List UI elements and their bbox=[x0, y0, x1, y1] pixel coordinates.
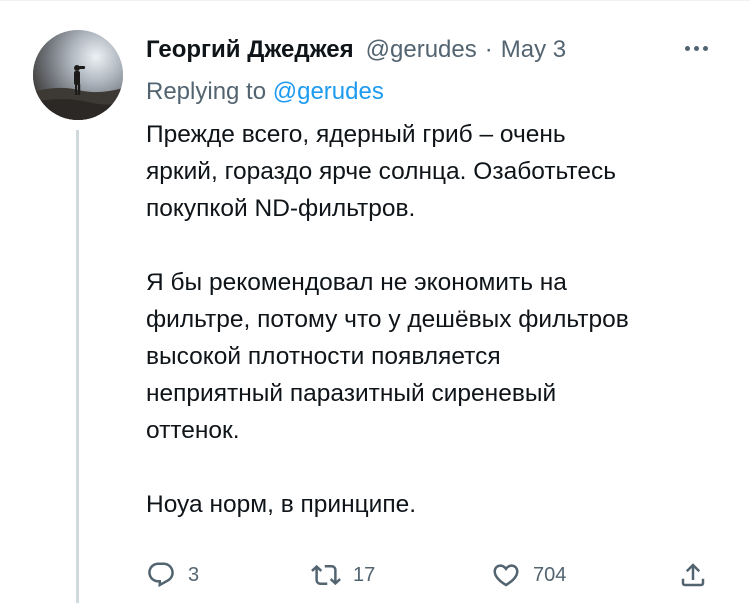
text-line: Ноуа норм, в принципе. bbox=[146, 491, 417, 518]
separator-dot: · bbox=[484, 36, 493, 63]
reply-count: 3 bbox=[188, 563, 200, 586]
like-count: 704 bbox=[533, 563, 567, 586]
thread-line bbox=[76, 130, 79, 603]
avatar[interactable] bbox=[33, 30, 123, 120]
text-line: Я бы рекомендовал не экономить на bbox=[146, 269, 567, 296]
tweet-text: Прежде всего, ядерный гриб – очень яркий… bbox=[146, 116, 736, 523]
author-handle[interactable]: @gerudes bbox=[366, 36, 477, 64]
share-icon bbox=[681, 563, 705, 587]
reply-button[interactable]: 3 bbox=[146, 557, 199, 593]
more-horizontal-icon[interactable] bbox=[676, 38, 716, 58]
reply-icon bbox=[148, 562, 174, 588]
replying-label: Replying to bbox=[146, 78, 267, 105]
share-button[interactable] bbox=[678, 557, 708, 593]
text-line: оттенок. bbox=[146, 417, 240, 444]
text-line: неприятный паразитный сиреневый bbox=[146, 380, 557, 407]
heart-icon bbox=[493, 564, 519, 587]
top-divider bbox=[0, 0, 750, 1]
text-line: фильтре, потому что у дешёвых фильтров bbox=[146, 306, 629, 333]
retweet-count: 17 bbox=[353, 563, 376, 586]
text-line: высокой плотности появляется bbox=[146, 343, 501, 370]
text-line: покупкой ND-фильтров. bbox=[146, 195, 416, 222]
like-button[interactable]: 704 bbox=[491, 557, 566, 593]
text-line: Прежде всего, ядерный гриб – очень bbox=[146, 121, 566, 148]
replying-to: Replying to @gerudes bbox=[146, 78, 384, 106]
retweet-icon bbox=[311, 564, 341, 586]
avatar-photo bbox=[33, 30, 123, 120]
retweet-button[interactable]: 17 bbox=[311, 557, 375, 593]
tweet-date[interactable]: May 3 bbox=[501, 36, 566, 64]
replying-mention[interactable]: @gerudes bbox=[273, 78, 384, 105]
text-line: яркий, гораздо ярче солнца. Озаботьтесь bbox=[146, 158, 616, 185]
action-bar: 3 17 704 bbox=[146, 557, 726, 593]
author-name[interactable]: Георгий Джеджея bbox=[146, 36, 354, 64]
tweet-header: Георгий Джеджея @gerudes · May 3 bbox=[146, 34, 566, 66]
